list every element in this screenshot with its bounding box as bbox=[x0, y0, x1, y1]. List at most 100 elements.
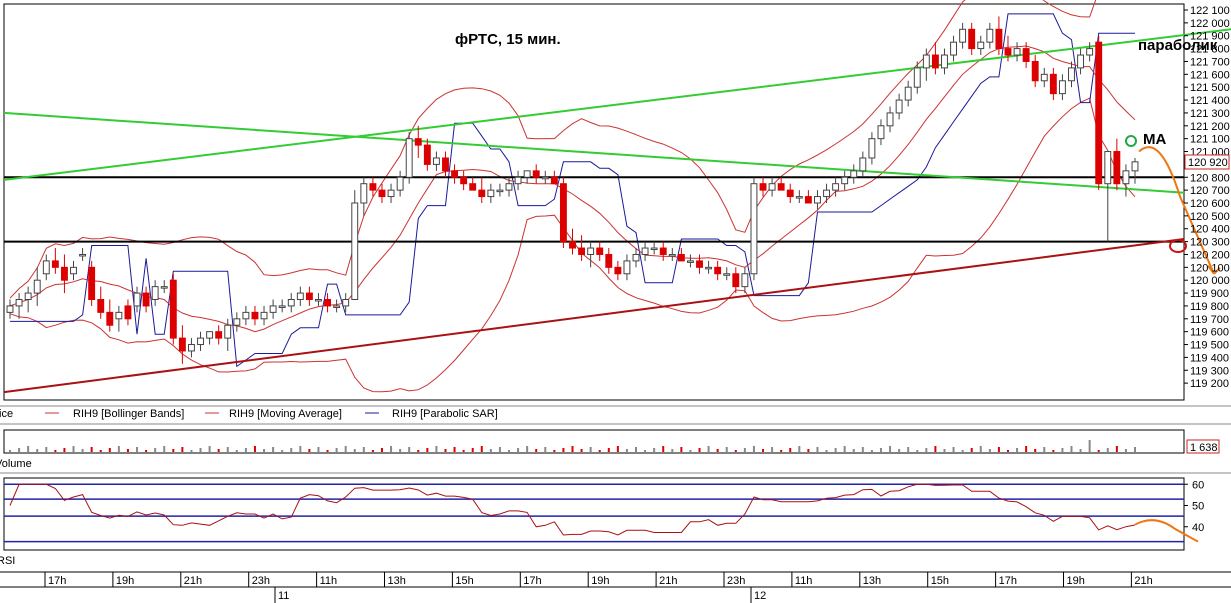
y-tick-label: 120 100 bbox=[1190, 262, 1230, 274]
volume-bar bbox=[580, 449, 583, 452]
candle-body bbox=[315, 299, 322, 302]
candle-body bbox=[1077, 54, 1085, 69]
volume-bar bbox=[925, 448, 928, 452]
volume-bar bbox=[889, 446, 892, 452]
candle-body bbox=[360, 183, 368, 204]
volume-bar bbox=[145, 450, 148, 452]
volume-bar bbox=[1106, 448, 1109, 452]
candle-body bbox=[895, 99, 903, 114]
candle-body bbox=[559, 183, 567, 243]
price-axis: 122 100122 000121 900121 800121 700121 6… bbox=[1184, 5, 1230, 390]
candle-body bbox=[451, 170, 459, 178]
candle-body bbox=[1031, 60, 1039, 82]
candle-body bbox=[487, 189, 495, 198]
volume-bar bbox=[680, 447, 683, 452]
candle-body bbox=[714, 266, 722, 275]
volume-bar bbox=[762, 449, 765, 452]
candle-body bbox=[650, 247, 658, 251]
candle-body bbox=[677, 253, 685, 262]
candle-body bbox=[133, 292, 141, 307]
candle-body bbox=[287, 299, 295, 307]
time-label: 21h bbox=[184, 575, 202, 587]
candle-body bbox=[950, 41, 957, 56]
candle-body bbox=[378, 189, 386, 198]
volume-bar bbox=[952, 447, 955, 452]
volume-bar bbox=[1006, 450, 1009, 452]
volume-bar bbox=[72, 446, 75, 452]
volume-bar bbox=[852, 449, 855, 452]
candle-body bbox=[88, 266, 96, 301]
y-tick-label: 120 000 bbox=[1190, 275, 1230, 287]
candle-body bbox=[432, 157, 440, 165]
y-tick-label: 119 200 bbox=[1190, 378, 1229, 390]
candle-body bbox=[786, 189, 794, 198]
y-tick-label: 121 300 bbox=[1190, 108, 1230, 120]
volume-bar bbox=[253, 446, 256, 452]
candle-body bbox=[79, 253, 87, 257]
legend-bollinger: RIH9 [Bollinger Bands] bbox=[73, 408, 184, 420]
candle-body bbox=[405, 138, 413, 178]
volume-bar bbox=[9, 450, 11, 452]
volume-bar bbox=[943, 449, 946, 452]
volume-last-value: 1 638 bbox=[1190, 442, 1218, 454]
volume-bar bbox=[798, 446, 801, 452]
volume-bar bbox=[598, 450, 601, 452]
candle-body bbox=[578, 247, 586, 255]
y-tick-label: 119 500 bbox=[1190, 340, 1229, 352]
volume-bar bbox=[1034, 449, 1037, 452]
candle-body bbox=[188, 344, 195, 352]
time-label: 21h bbox=[1134, 575, 1152, 587]
volume-bar bbox=[81, 449, 84, 452]
candle-body bbox=[396, 176, 404, 191]
volume-bar bbox=[181, 447, 184, 452]
candle-body bbox=[977, 41, 985, 50]
time-label: 23h bbox=[727, 575, 745, 587]
candle-body bbox=[442, 157, 449, 172]
candle-body bbox=[705, 266, 713, 270]
candle-body bbox=[922, 54, 930, 69]
legend-ma: RIH9 [Moving Average] bbox=[229, 408, 342, 420]
volume-bar bbox=[263, 449, 266, 452]
candle-body bbox=[423, 144, 431, 165]
volume-bar bbox=[607, 448, 610, 452]
candle-body bbox=[333, 305, 341, 308]
candle-body bbox=[24, 292, 32, 301]
trading-chart: 122 100122 000121 900121 800121 700121 6… bbox=[0, 0, 1231, 603]
annotation-ma: MA bbox=[1143, 131, 1166, 148]
candle-body bbox=[623, 260, 631, 275]
candle-body bbox=[1095, 41, 1103, 185]
candle-body bbox=[986, 28, 994, 43]
volume-bar bbox=[453, 447, 456, 452]
volume-bar bbox=[1134, 447, 1136, 452]
time-label: 11h bbox=[320, 575, 338, 587]
candle-body bbox=[686, 260, 694, 263]
volume-bar bbox=[18, 448, 21, 452]
candle-body bbox=[115, 311, 123, 320]
candle-body bbox=[278, 305, 286, 308]
y-tick-label: 120 300 bbox=[1190, 237, 1230, 249]
candle-body bbox=[106, 311, 114, 326]
candle-body bbox=[1040, 73, 1048, 82]
time-label: 15h bbox=[931, 575, 949, 587]
candle-body bbox=[215, 331, 223, 339]
rsi-panel bbox=[3, 477, 1185, 551]
volume-bar bbox=[1016, 448, 1019, 452]
volume-bar bbox=[961, 450, 964, 452]
candle-body bbox=[605, 253, 613, 268]
candle-body bbox=[941, 54, 948, 69]
volume-bar bbox=[90, 447, 93, 452]
candle-body bbox=[596, 247, 604, 255]
candle-body bbox=[804, 196, 812, 204]
candle-body bbox=[60, 266, 68, 281]
y-tick-label: 121 100 bbox=[1190, 134, 1230, 146]
candle-body bbox=[70, 266, 77, 275]
candle-body bbox=[460, 176, 468, 185]
volume-bar bbox=[290, 448, 293, 452]
volume-bar bbox=[789, 448, 792, 452]
volume-bar bbox=[1025, 446, 1028, 452]
candle-body bbox=[641, 247, 649, 255]
candle-body bbox=[224, 324, 232, 339]
volume-bar bbox=[780, 450, 783, 452]
candle-body bbox=[523, 170, 531, 178]
y-tick-label: 121 400 bbox=[1190, 95, 1230, 107]
